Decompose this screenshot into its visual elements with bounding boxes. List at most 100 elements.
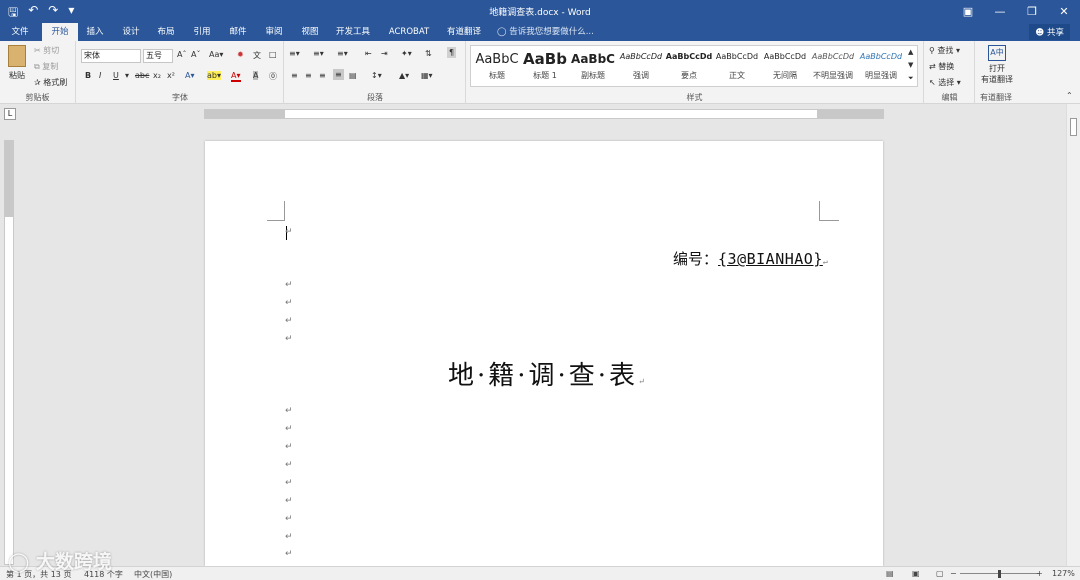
translate-icon: A中 (988, 45, 1006, 61)
find-button[interactable]: ⚲ 查找 ▾ (929, 45, 960, 56)
scrollbar-thumb[interactable] (1070, 118, 1077, 136)
select-button[interactable]: ↖ 选择 ▾ (929, 77, 961, 88)
tab-home[interactable]: 开始 (42, 23, 78, 41)
italic-icon[interactable]: I (99, 71, 101, 80)
vertical-ruler[interactable] (4, 140, 14, 565)
youdao-group: A中 打开 有道翻译 有道翻译 (976, 41, 1016, 104)
serial-field[interactable]: {3@BIANHAO} (718, 250, 823, 268)
font-size-combo[interactable]: 五号 (143, 49, 173, 63)
styles-group: 样式 (466, 41, 924, 104)
distributed-icon[interactable]: ▤ (349, 71, 357, 80)
format-painter-button[interactable]: ✰ 格式刷 (34, 77, 67, 88)
show-marks-icon[interactable]: ¶ (447, 47, 457, 58)
paragraph-mark: ↵ (285, 514, 293, 524)
tab-review[interactable]: 审阅 (258, 23, 290, 41)
replace-button[interactable]: ⇄ 替换 (929, 61, 954, 72)
change-case-icon[interactable]: Aa▾ (209, 50, 223, 59)
title-bar: 🖫 ↶ ↷ ▾ 地籍调查表.docx - Word ▣ — ❐ ✕ (0, 0, 1080, 22)
tab-developer[interactable]: 开发工具 (330, 23, 376, 41)
phonetic-guide-icon[interactable]: 文 (253, 50, 261, 61)
sort-icon[interactable]: ⇅ (425, 49, 432, 58)
bullets-icon[interactable]: ≡▾ (289, 49, 300, 58)
decrease-indent-icon[interactable]: ⇤ (365, 49, 372, 58)
chinese-layout-icon[interactable]: ✦▾ (401, 49, 412, 58)
zoom-in-icon[interactable]: + (1036, 569, 1043, 578)
maximize-icon[interactable]: ❐ (1016, 0, 1048, 22)
minimize-icon[interactable]: — (984, 0, 1016, 22)
paragraph-mark: ↵ (822, 257, 828, 266)
bold-icon[interactable]: B (85, 71, 91, 80)
document-page[interactable]: ↵ 编号：{3@BIANHAO}↵ ↵ ↵ ↵ ↵ 地·籍·调·查·表↵ ↵ ↵… (205, 141, 883, 566)
print-layout-icon[interactable]: ▣ (912, 569, 920, 578)
close-icon[interactable]: ✕ (1048, 0, 1080, 22)
styles-label: 样式 (686, 93, 703, 102)
horizontal-ruler[interactable] (204, 109, 884, 119)
zoom-slider-knob[interactable] (998, 570, 1001, 578)
cut-button[interactable]: ✂ 剪切 (34, 45, 59, 56)
language-status[interactable]: 中文(中国) (134, 569, 172, 580)
tab-references[interactable]: 引用 (186, 23, 218, 41)
tab-youdao[interactable]: 有道翻译 (440, 23, 488, 41)
tab-file[interactable]: 文件 (4, 23, 36, 41)
enclose-char-icon[interactable]: ⓪ (269, 71, 277, 82)
paragraph-mark: ↵ (285, 406, 293, 416)
top-margin-shade (5, 141, 13, 217)
window-controls: ▣ — ❐ ✕ (952, 0, 1080, 22)
font-label: 字体 (172, 93, 188, 102)
underline-dropdown-icon[interactable]: ▾ (125, 71, 129, 80)
multilevel-list-icon[interactable]: ≡▾ (337, 49, 348, 58)
tab-mailings[interactable]: 邮件 (222, 23, 254, 41)
tab-stop-selector[interactable]: L (4, 108, 16, 120)
font-color-icon[interactable]: A▾ (231, 71, 241, 82)
collapse-ribbon-icon[interactable]: ⌃ (1066, 91, 1073, 100)
paragraph-mark: ↵ (285, 442, 293, 452)
tab-insert[interactable]: 插入 (80, 23, 110, 41)
watermark: ◯ 大数跨境 (8, 551, 112, 573)
zoom-level[interactable]: 127% (1052, 569, 1075, 578)
clear-format-icon[interactable]: ✹ (237, 50, 244, 59)
shrink-font-icon[interactable]: Aˇ (191, 50, 200, 59)
grow-font-icon[interactable]: Aˆ (177, 50, 186, 59)
borders-icon[interactable]: ▦▾ (421, 71, 433, 80)
tab-view[interactable]: 视图 (294, 23, 326, 41)
brush-icon: ✰ (34, 78, 41, 87)
superscript-icon[interactable]: x² (167, 71, 175, 80)
ribbon-display-icon[interactable]: ▣ (952, 0, 984, 22)
justify-icon[interactable]: ≡ (333, 69, 344, 80)
align-left-icon[interactable]: ≡ (291, 71, 298, 80)
tell-me-box[interactable]: ◯ 告诉我您想要做什么... (497, 25, 594, 37)
align-center-icon[interactable]: ≡ (305, 71, 312, 80)
serial-number-line: 编号：{3@BIANHAO}↵ (673, 248, 828, 269)
paragraph-mark: ↵ (285, 496, 293, 506)
shading-icon[interactable]: ▲▾ (399, 71, 409, 80)
paste-button[interactable]: 粘贴 (6, 45, 28, 85)
tab-acrobat[interactable]: ACROBAT (382, 23, 436, 41)
youdao-translate-button[interactable]: A中 打开 有道翻译 (980, 45, 1014, 85)
increase-indent-icon[interactable]: ⇥ (381, 49, 388, 58)
ruler-area: L (0, 104, 1080, 124)
ribbon-home: 粘贴 ✂ 剪切 ⧉ 复制 ✰ 格式刷 剪贴板 宋体 五号 Aˆ Aˇ Aa▾ ✹… (0, 41, 1080, 104)
read-mode-icon[interactable]: ▤ (886, 569, 894, 578)
strikethrough-icon[interactable]: abc (135, 71, 149, 80)
char-border-icon[interactable]: □ (269, 50, 277, 59)
tab-design[interactable]: 设计 (116, 23, 146, 41)
underline-icon[interactable]: U (113, 71, 119, 80)
char-shading-icon[interactable]: A (253, 71, 259, 80)
font-name-combo[interactable]: 宋体 (81, 49, 141, 63)
highlight-icon[interactable]: ab▾ (207, 71, 221, 80)
copy-button[interactable]: ⧉ 复制 (34, 61, 58, 72)
line-spacing-icon[interactable]: ↕▾ (371, 71, 382, 80)
numbering-icon[interactable]: ≡▾ (313, 49, 324, 58)
vertical-scrollbar[interactable] (1066, 104, 1080, 566)
tab-layout[interactable]: 布局 (150, 23, 182, 41)
text-effects-icon[interactable]: A▾ (185, 71, 195, 80)
align-right-icon[interactable]: ≡ (319, 71, 326, 80)
paragraph-mark: ↵ (285, 424, 293, 434)
left-margin-shade (205, 110, 285, 118)
paragraph-group: ≡▾ ≡▾ ≡▾ ⇤ ⇥ ✦▾ ⇅ ¶ ≡ ≡ ≡ ≡ ▤ ↕▾ ▲▾ ▦▾ 段… (285, 41, 466, 104)
share-button[interactable]: ☻ 共享 (1029, 24, 1070, 40)
subscript-icon[interactable]: x₂ (153, 71, 161, 80)
zoom-out-icon[interactable]: − (950, 569, 957, 578)
search-icon: ⚲ (929, 46, 935, 55)
web-layout-icon[interactable]: ▢ (936, 569, 944, 578)
